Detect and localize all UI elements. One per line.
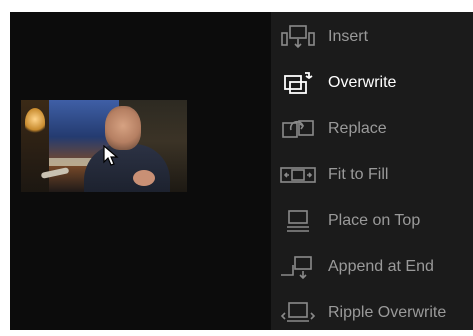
person-hand xyxy=(133,170,155,186)
lamp-glow xyxy=(25,108,45,136)
menu-item-label: Ripple Overwrite xyxy=(328,304,447,321)
menu-item-fit-to-fill[interactable]: Fit to Fill xyxy=(271,152,473,198)
person-head xyxy=(105,106,141,150)
menu-item-label: Fit to Fill xyxy=(328,166,389,183)
insert-icon xyxy=(281,25,315,49)
menu-item-label: Insert xyxy=(328,28,369,45)
mouse-pointer-icon xyxy=(103,145,119,166)
menu-item-insert[interactable]: Insert xyxy=(271,14,473,60)
menu-item-overwrite[interactable]: Overwrite xyxy=(271,60,473,106)
menu-item-label: Replace xyxy=(328,120,387,137)
fit-to-fill-icon xyxy=(280,167,316,183)
edit-overlay-menu: Insert Overwrite Replace Fit to Fill Pla… xyxy=(271,12,473,330)
edit-overlay-screenshot: Insert Overwrite Replace Fit to Fill Pla… xyxy=(0,0,473,330)
menu-item-label: Append at End xyxy=(328,258,434,275)
menu-item-label: Place on Top xyxy=(328,212,421,229)
append-at-end-icon xyxy=(281,256,312,280)
menu-item-replace[interactable]: Replace xyxy=(271,106,473,152)
menu-item-place-on-top[interactable]: Place on Top xyxy=(271,198,473,244)
menu-item-ripple-overwrite[interactable]: Ripple Overwrite xyxy=(271,290,473,336)
ripple-overwrite-icon xyxy=(280,302,316,322)
replace-icon xyxy=(282,120,314,138)
overwrite-icon xyxy=(284,72,313,94)
menu-item-label: Overwrite xyxy=(328,74,397,91)
menu-item-append-at-end[interactable]: Append at End xyxy=(271,244,473,290)
place-on-top-icon xyxy=(287,210,309,232)
